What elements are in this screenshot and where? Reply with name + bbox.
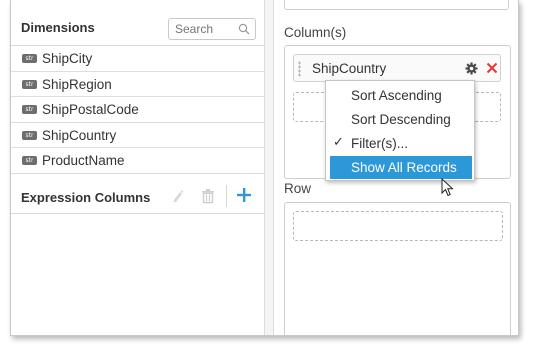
edit-icon[interactable] xyxy=(171,188,185,204)
dimension-item-productname[interactable]: str ProductName xyxy=(11,148,264,174)
dimension-item-shipcity[interactable]: str ShipCity xyxy=(11,46,264,72)
columns-section-label: Column(s) xyxy=(284,25,347,40)
values-drop-zone[interactable] xyxy=(284,0,509,10)
menu-item-label: Sort Descending xyxy=(351,112,451,127)
search-box[interactable] xyxy=(168,18,256,40)
delete-icon[interactable] xyxy=(201,188,215,204)
dimension-label: ShipRegion xyxy=(42,76,112,92)
settings-gear-icon[interactable] xyxy=(465,62,478,75)
dimensions-header: Dimensions xyxy=(11,8,264,46)
mouse-pointer-icon xyxy=(441,178,454,197)
search-input[interactable] xyxy=(169,19,239,39)
expression-columns-title: Expression Columns xyxy=(21,190,151,205)
search-icon[interactable] xyxy=(238,23,250,35)
dimension-item-shippostalcode[interactable]: str ShipPostalCode xyxy=(11,97,264,123)
column-context-menu: Sort Ascending Sort Descending ✓ Filter(… xyxy=(325,80,475,181)
panel-splitter[interactable] xyxy=(264,0,274,335)
row-drop-placeholder[interactable] xyxy=(293,211,503,241)
string-type-icon: str xyxy=(22,105,37,114)
string-type-icon: str xyxy=(22,156,37,165)
dimensions-title: Dimensions xyxy=(21,20,95,35)
dimension-item-shipcountry[interactable]: str ShipCountry xyxy=(11,123,264,148)
menu-item-label: Sort Ascending xyxy=(351,88,442,103)
add-icon[interactable] xyxy=(236,187,252,203)
expression-columns-header: Expression Columns xyxy=(11,178,264,214)
drag-handle-icon[interactable] xyxy=(298,61,301,77)
remove-close-icon[interactable] xyxy=(486,62,498,74)
menu-item-label: Filter(s)... xyxy=(351,136,408,151)
dimension-label: ShipCity xyxy=(42,51,93,66)
dimension-label: ProductName xyxy=(42,153,125,168)
menu-item-sort-descending[interactable]: Sort Descending xyxy=(326,108,474,131)
row-section-label: Row xyxy=(284,181,312,196)
string-type-icon: str xyxy=(22,54,37,63)
checkmark-icon: ✓ xyxy=(333,135,344,150)
string-type-icon: str xyxy=(22,130,37,140)
column-chip-label: ShipCountry xyxy=(312,61,387,76)
dimension-label: ShipCountry xyxy=(42,127,117,143)
left-panel: Dimensions str ShipCity str ShipRegion s… xyxy=(11,0,264,335)
column-chip-shipcountry[interactable]: ShipCountry xyxy=(293,54,501,82)
menu-item-show-all-records[interactable]: Show All Records xyxy=(330,156,472,179)
dimensions-list: str ShipCity str ShipRegion str ShipPost… xyxy=(11,46,264,174)
row-drop-zone[interactable] xyxy=(284,202,511,335)
dimension-label: ShipPostalCode xyxy=(42,102,139,117)
toolbar-separator xyxy=(226,185,227,207)
menu-item-label: Show All Records xyxy=(351,160,457,175)
menu-item-filters[interactable]: ✓ Filter(s)... xyxy=(326,132,474,155)
menu-item-sort-ascending[interactable]: Sort Ascending xyxy=(326,84,474,107)
dimension-item-shipregion[interactable]: str ShipRegion xyxy=(11,72,264,97)
string-type-icon: str xyxy=(22,79,37,89)
